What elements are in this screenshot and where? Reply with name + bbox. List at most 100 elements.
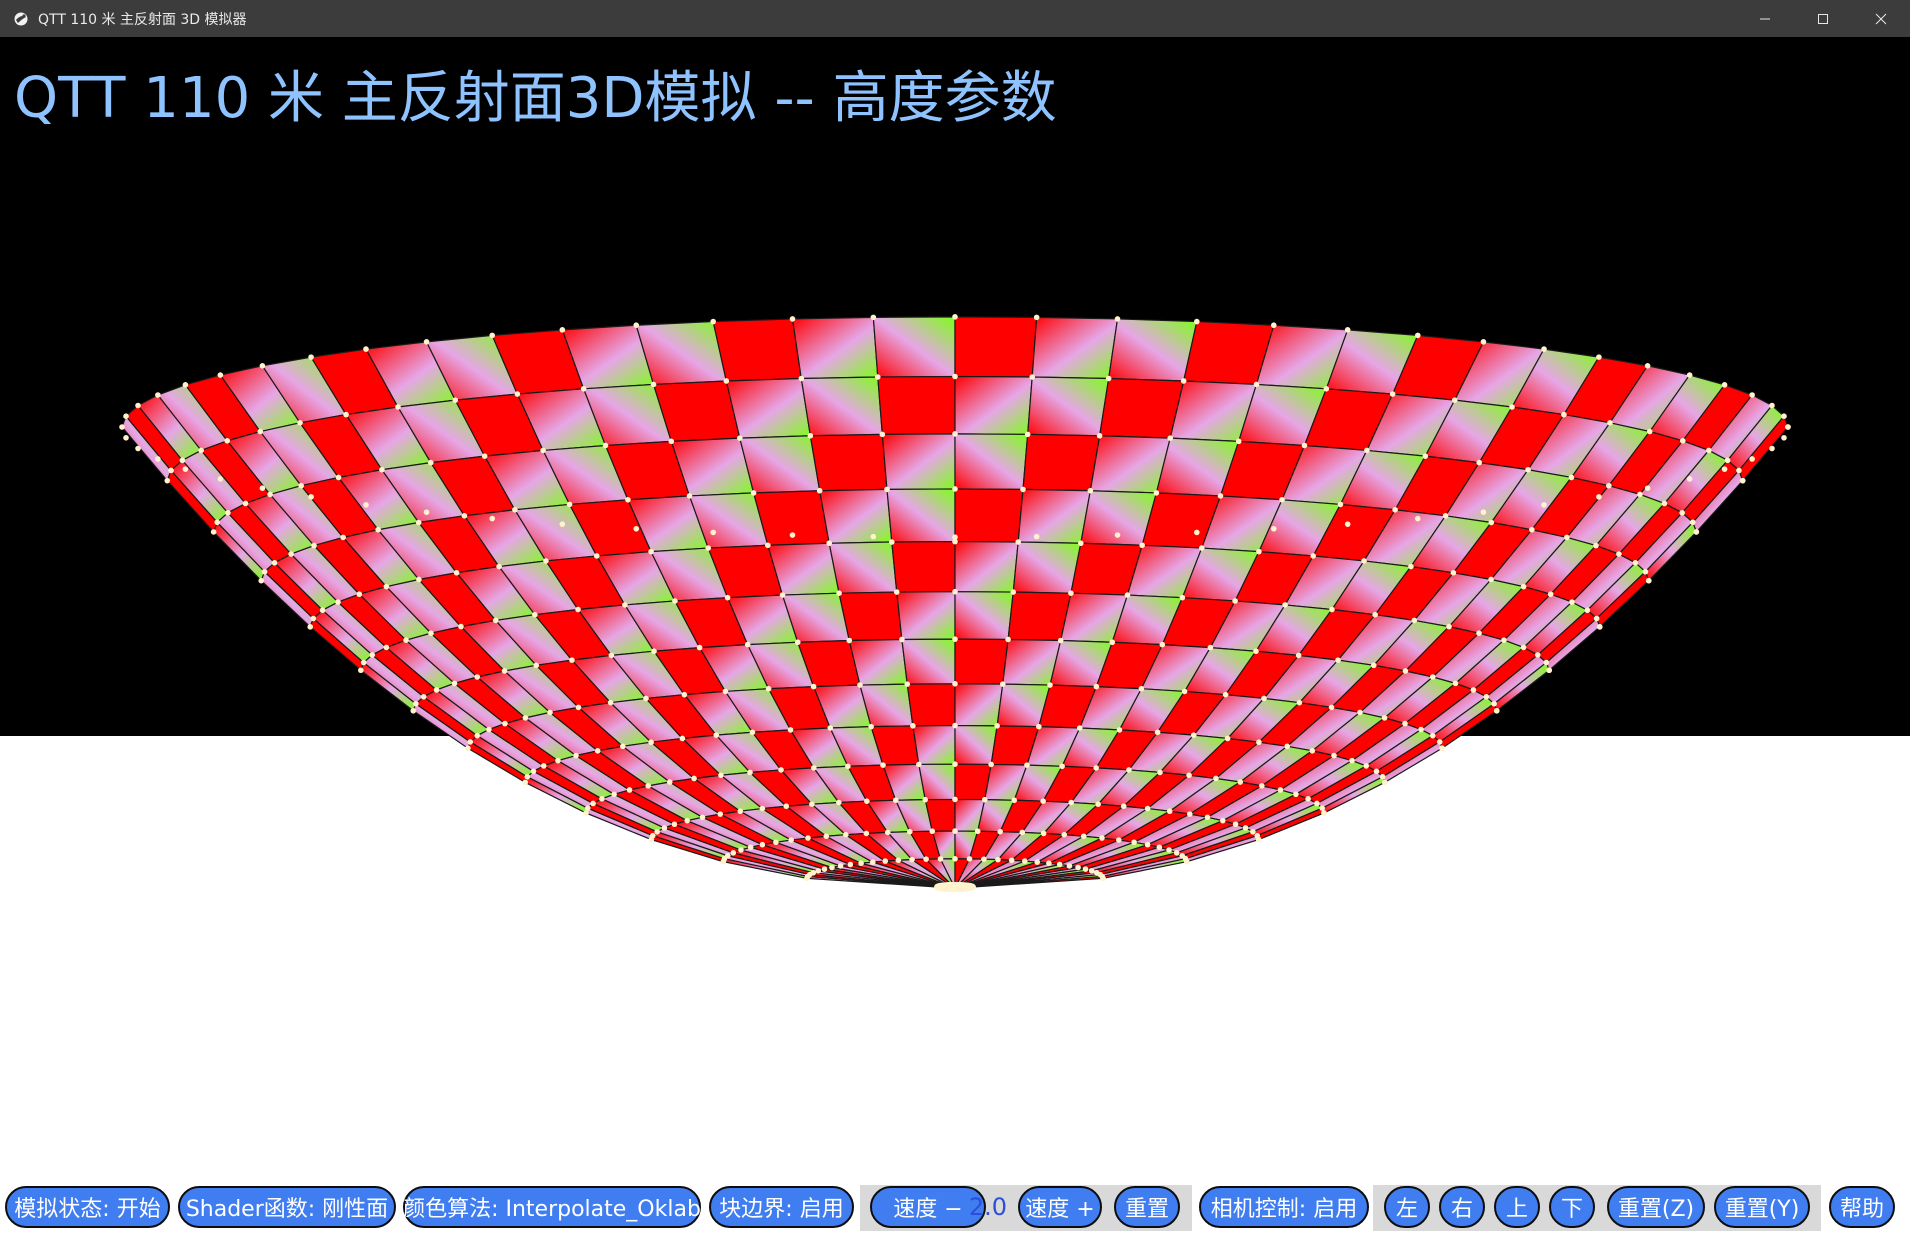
dish-node (788, 837, 794, 843)
dish-node (737, 808, 744, 815)
dish-node (842, 831, 849, 838)
dish-node (467, 739, 474, 745)
camera-up-button[interactable]: 上 (1494, 1186, 1540, 1228)
dish-node (242, 500, 249, 507)
dish-node (1686, 476, 1693, 482)
dish-node (410, 707, 417, 714)
dish-panel (712, 318, 803, 382)
help-button[interactable]: 帮助 (1829, 1186, 1895, 1228)
dish-node (532, 611, 538, 618)
dish-node (1217, 493, 1224, 499)
dish-node (559, 327, 566, 333)
speed-increase-button[interactable]: 速度 + (1018, 1186, 1102, 1228)
dish-node (1491, 700, 1497, 707)
dish-node (981, 856, 987, 862)
dish-node (1153, 490, 1160, 496)
color-algorithm-button[interactable]: 颜色算法: Interpolate_Oklab (403, 1186, 701, 1228)
dish-node (433, 687, 440, 693)
speed-reset-button[interactable]: 重置 (1114, 1186, 1180, 1228)
dish-node (1076, 725, 1083, 731)
dish-node (810, 683, 817, 690)
dish-node (1593, 542, 1599, 549)
dish-panel (1031, 316, 1119, 380)
camera-down-button[interactable]: 下 (1549, 1186, 1595, 1228)
dish-node (1232, 821, 1239, 828)
dish-node (1021, 858, 1028, 864)
camera-control-button[interactable]: 相机控制: 启用 (1199, 1186, 1369, 1228)
dish-node (1686, 372, 1693, 378)
dish-node (214, 519, 221, 526)
dish-panel (881, 433, 956, 490)
close-button[interactable] (1852, 0, 1910, 37)
dish-node (779, 592, 786, 598)
dish-node (1068, 590, 1074, 596)
dish-node (1520, 644, 1527, 651)
dish-node (1541, 502, 1547, 508)
dish-node (547, 709, 553, 716)
reset-z-button[interactable]: 重置(Z) (1607, 1186, 1705, 1228)
dish-node (297, 419, 303, 426)
dish-node (952, 761, 958, 767)
title-bar[interactable]: QTT 110 米 主反射面 3D 模拟器 (0, 0, 1910, 37)
camera-right-button[interactable]: 右 (1439, 1186, 1485, 1228)
dish-node (620, 743, 626, 750)
dish-node (724, 852, 731, 859)
dish-node (794, 639, 801, 646)
dish-node (1057, 637, 1064, 644)
dish-node (1036, 723, 1042, 730)
dish-node (884, 486, 890, 493)
dish-panel (1017, 488, 1092, 544)
dish-node (1270, 322, 1277, 329)
dish-node (1414, 515, 1421, 522)
dish-node (458, 623, 464, 630)
dish-node (155, 456, 161, 462)
dish-node (1564, 534, 1570, 541)
dish-node (1293, 791, 1299, 798)
dish-node (1568, 474, 1575, 481)
dish-node (1059, 763, 1065, 770)
dish-node (1034, 859, 1041, 865)
dish-node (1364, 447, 1370, 454)
dish-node (383, 583, 390, 590)
dish-node (661, 825, 668, 831)
minimize-button[interactable] (1736, 0, 1794, 37)
dish-node (119, 424, 125, 430)
dish-node (271, 560, 278, 566)
dish-node (1100, 875, 1106, 882)
dish-node (1256, 739, 1262, 746)
dish-node (845, 763, 851, 770)
3d-viewport[interactable]: QTT 110 米 主反射面3D模拟 -- 高度参数 (0, 37, 1910, 1182)
block-border-button[interactable]: 块边界: 启用 (709, 1186, 854, 1228)
dish-node (1082, 866, 1089, 872)
dish-node (496, 563, 502, 570)
dish-node (1480, 339, 1487, 345)
maximize-button[interactable] (1794, 0, 1852, 37)
dish-node (773, 839, 779, 846)
dish-node (583, 810, 589, 816)
dish-node (1207, 644, 1214, 651)
dish-node (858, 860, 864, 867)
dish-node (869, 859, 876, 865)
dish-node (997, 828, 1003, 835)
camera-left-button[interactable]: 左 (1384, 1186, 1430, 1228)
dish-node (1736, 467, 1742, 474)
sim-state-button[interactable]: 模拟状态: 开始 (5, 1186, 170, 1228)
dish-node (1109, 639, 1116, 646)
dish-node (1596, 494, 1602, 500)
dish-node (1721, 382, 1728, 388)
dish-node (512, 506, 518, 513)
dish-node (1047, 682, 1053, 688)
dish-node (356, 591, 363, 598)
dish-node (649, 832, 656, 839)
dish-node (1166, 808, 1173, 815)
dish-node (1446, 623, 1452, 630)
dish-node (1075, 864, 1081, 871)
reset-y-button[interactable]: 重置(Y) (1714, 1186, 1810, 1228)
maximize-icon (1818, 13, 1828, 24)
dish-node (1232, 598, 1238, 604)
dish-node (1344, 327, 1351, 333)
dish-node (123, 434, 129, 441)
dish-node (1157, 769, 1163, 776)
shader-function-button[interactable]: Shader函数: 刚性面 (178, 1186, 396, 1228)
dish-node (559, 521, 566, 527)
